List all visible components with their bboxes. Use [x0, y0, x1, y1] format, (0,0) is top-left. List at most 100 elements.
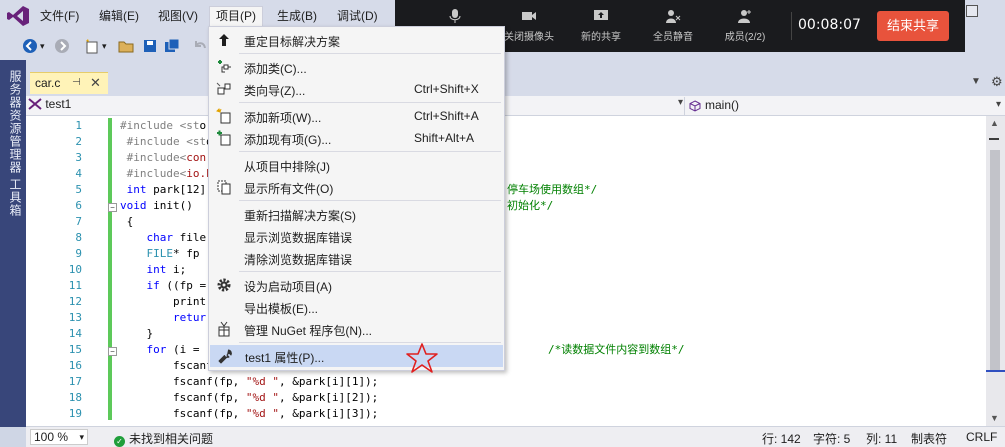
code-line: if ((fp =: [146, 279, 207, 292]
code-line: char file: [146, 231, 207, 244]
new-share-button[interactable]: 新的共享: [565, 8, 637, 43]
tab-car-c[interactable]: car.c ⊣ ✕: [30, 72, 108, 94]
menu-item-add-new-item[interactable]: 添加新项(W)... Ctrl+Shift+A: [210, 105, 503, 127]
menu-separator: [239, 200, 501, 201]
line-number: 1: [75, 119, 82, 132]
menu-item-clear-browse-db-errors[interactable]: 清除浏览数据库错误: [210, 247, 503, 269]
settings-gear-icon[interactable]: ⚙: [991, 74, 1003, 90]
save-icon[interactable]: [142, 38, 158, 54]
menu-item-manage-nuget[interactable]: 管理 NuGet 程序包(N)...: [210, 318, 503, 340]
meeting-timer: 00:08:07: [798, 17, 861, 33]
members-label: 成员(2/2): [724, 32, 766, 43]
mute-all-icon: [666, 10, 681, 23]
microphone-icon: [449, 9, 461, 23]
scroll-up-icon[interactable]: ▲: [990, 118, 999, 128]
pin-icon[interactable]: ⊣: [72, 77, 81, 88]
vertical-scrollbar[interactable]: ▲ ▼: [986, 116, 1005, 426]
members-icon: [738, 10, 751, 23]
tab-mode-indicator[interactable]: 制表符: [911, 430, 947, 447]
members-button[interactable]: 成员(2/2): [709, 8, 781, 43]
line-number: 17: [68, 375, 82, 388]
new-dropdown-icon[interactable]: ▾: [102, 41, 118, 57]
menu-project[interactable]: 项目(P): [209, 6, 263, 26]
menu-item-add-class[interactable]: 添加类(C)...: [210, 56, 503, 78]
window-restore-icon[interactable]: [966, 5, 978, 17]
camera-off-label: 关闭摄像头: [504, 32, 554, 43]
menu-item-project-properties[interactable]: test1 属性(P)...: [210, 345, 503, 367]
menu-separator: [239, 53, 501, 54]
menu-edit[interactable]: 编辑(E): [93, 6, 145, 26]
menu-item-exclude-from-project[interactable]: 从项目中排除(J): [210, 154, 503, 176]
collapse-toggle-icon[interactable]: −: [108, 203, 117, 212]
scope-dropdown-arrow-icon[interactable]: ▾: [678, 97, 683, 108]
menu-item-retarget-solution[interactable]: 重定目标解决方案: [210, 29, 503, 51]
menu-separator: [239, 102, 501, 103]
menu-build[interactable]: 生成(B): [271, 6, 323, 26]
menu-view[interactable]: 视图(V): [152, 6, 204, 26]
save-all-icon[interactable]: [164, 38, 180, 54]
line-number: 12: [68, 295, 82, 308]
tab-label: car.c: [35, 76, 61, 90]
toolbox-tab[interactable]: 工具箱: [7, 178, 24, 217]
server-explorer-tab[interactable]: 服务器资源管理器: [7, 70, 24, 174]
code-line: #include<io.h: [126, 167, 213, 180]
code-line: fscanf(fp, "%d ", &park[i][3]);: [120, 407, 379, 420]
menu-item-show-browse-db-errors[interactable]: 显示浏览数据库错误: [210, 225, 503, 247]
nuget-icon: [218, 321, 230, 337]
menu-item-add-existing-item[interactable]: 添加现有项(G)... Shift+Alt+A: [210, 127, 503, 149]
code-line: fscanf(fp, "%d ", &park[i][2]);: [120, 391, 379, 404]
editor-status-bar: 100 % ▾ ✓ 未找到相关问题 行: 142 字符: 5 列: 11 制表符 …: [26, 426, 1005, 447]
menu-item-show-all-files[interactable]: 显示所有文件(O): [210, 176, 503, 198]
code-line: print: [120, 295, 207, 308]
new-project-icon[interactable]: [84, 38, 100, 54]
line-number-gutter: 1 2 3 4 5 6 7 8 9 10 11 12 13 14 15 16 1…: [26, 116, 106, 426]
visual-studio-logo-icon[interactable]: [6, 5, 30, 27]
menu-item-class-wizard[interactable]: 类向导(Z)... Ctrl+Shift+X: [210, 78, 503, 100]
collapse-toggle-icon[interactable]: −: [108, 347, 117, 356]
end-share-button[interactable]: 结束共享: [877, 11, 949, 41]
line-number: 13: [68, 311, 82, 324]
new-share-label: 新的共享: [581, 32, 621, 43]
line-number: 18: [68, 391, 82, 404]
menu-item-export-template[interactable]: 导出模板(E)...: [210, 296, 503, 318]
line-number: 6: [75, 199, 82, 212]
code-editor[interactable]: 1 2 3 4 5 6 7 8 9 10 11 12 13 14 15 16 1…: [26, 116, 986, 426]
undo-icon[interactable]: [192, 38, 208, 54]
shortcut-label: Shift+Alt+A: [414, 131, 475, 145]
menu-item-set-startup-project[interactable]: 设为启动项目(A): [210, 274, 503, 296]
back-icon[interactable]: [22, 38, 38, 54]
add-class-icon: [218, 60, 231, 73]
meeting-divider: [791, 12, 792, 40]
char-indicator: 字符: 5: [813, 432, 851, 446]
line-number: 4: [75, 167, 82, 180]
menu-separator: [239, 342, 501, 343]
line-number: 11: [68, 279, 82, 292]
red-star-annotation-icon: [406, 343, 438, 373]
line-number: 9: [75, 247, 82, 260]
line-ending-indicator[interactable]: CRLF: [966, 430, 997, 444]
camera-icon: [522, 12, 536, 20]
close-icon[interactable]: ✕: [90, 75, 101, 91]
line-number: 5: [75, 183, 82, 196]
function-dropdown[interactable]: main() ▾: [684, 97, 1005, 115]
chevron-down-icon: ▾: [79, 432, 84, 442]
scrollbar-thumb[interactable]: [990, 150, 1000, 372]
zoom-select[interactable]: 100 % ▾: [30, 429, 88, 445]
function-name: main(): [705, 98, 740, 112]
menu-file[interactable]: 文件(F): [34, 6, 85, 26]
scroll-position-marker: [986, 370, 1005, 372]
menu-separator: [239, 151, 501, 152]
scroll-down-icon[interactable]: ▼: [990, 413, 999, 423]
shortcut-label: Ctrl+Shift+A: [414, 109, 479, 123]
mute-all-button[interactable]: 全员静音: [637, 8, 709, 43]
menu-item-rescan-solution[interactable]: 重新扫描解决方案(S): [210, 203, 503, 225]
code-line: fscanf(fp, "%d ", &park[i][1]);: [120, 375, 379, 388]
tab-list-dropdown-icon[interactable]: ▼: [971, 76, 981, 87]
menu-debug[interactable]: 调试(D): [331, 6, 384, 26]
microphone-button[interactable]: [419, 8, 491, 28]
project-scope-dropdown[interactable]: test1: [28, 97, 71, 111]
open-folder-icon[interactable]: [118, 38, 134, 54]
forward-icon[interactable]: [54, 38, 70, 54]
issues-status[interactable]: ✓ 未找到相关问题: [114, 430, 213, 447]
project-name: test1: [45, 97, 72, 111]
